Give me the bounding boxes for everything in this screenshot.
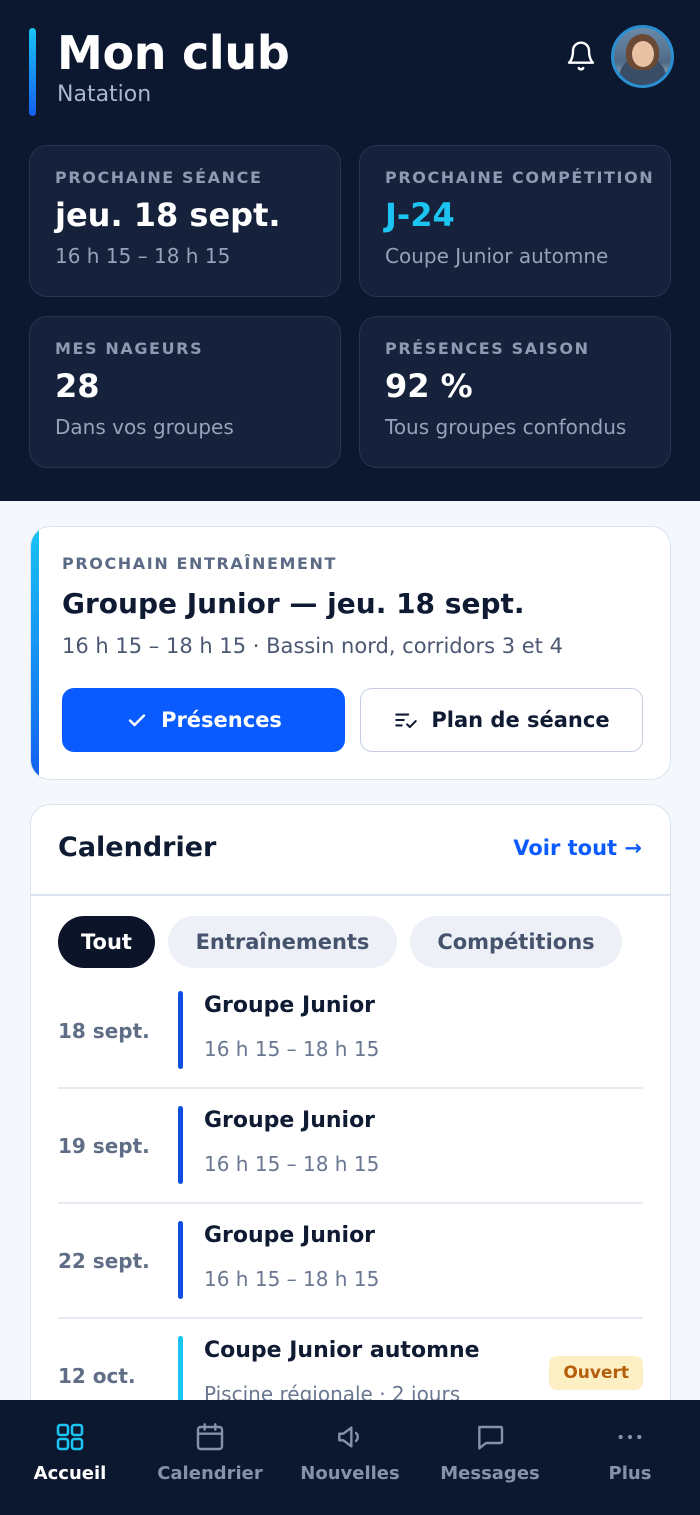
header-section: Mon club Natation PROCHAINE SÉANCE jeu. … [0, 0, 700, 501]
calendar-event-item[interactable]: 18 sept. Groupe Junior 16 h 15 – 18 h 15 [58, 991, 643, 1106]
nav-label: Accueil [33, 1463, 107, 1484]
stat-card-next-competition[interactable]: PROCHAINE COMPÉTITION J-24 Coupe Junior … [359, 145, 671, 297]
divider [58, 1317, 643, 1319]
event-time: 16 h 15 – 18 h 15 [204, 1037, 380, 1061]
more-icon [614, 1421, 646, 1453]
page-subtitle: Natation [57, 82, 152, 107]
nav-label: Nouvelles [300, 1463, 400, 1484]
notifications-bell-icon[interactable] [565, 40, 597, 72]
attendance-button[interactable]: Présences [62, 688, 345, 752]
stat-value: 28 [55, 367, 100, 405]
stat-label: PRÉSENCES SAISON [385, 339, 590, 358]
nav-label: Plus [608, 1463, 652, 1484]
calendar-icon [194, 1421, 226, 1453]
card-accent-edge [31, 527, 39, 779]
next-training-card: PROCHAIN ENTRAÎNEMENT Groupe Junior — je… [30, 526, 671, 780]
stat-label: MES NAGEURS [55, 339, 204, 358]
check-icon [128, 714, 146, 727]
status-badge: Ouvert [549, 1356, 643, 1390]
session-plan-button-label: Plan de séance [431, 708, 610, 732]
stat-value: 92 % [385, 367, 473, 405]
see-all-link[interactable]: Voir tout → [513, 836, 642, 860]
event-time: 16 h 15 – 18 h 15 [204, 1267, 380, 1291]
filter-chip-competitions[interactable]: Compétitions [410, 916, 622, 968]
list-check-icon [395, 713, 418, 729]
megaphone-icon [334, 1421, 366, 1453]
divider [31, 894, 670, 896]
nav-item-news[interactable]: Nouvelles [280, 1400, 420, 1515]
nav-label: Calendrier [157, 1463, 263, 1484]
training-title: Groupe Junior — jeu. 18 sept. [62, 587, 525, 620]
page-title: Mon club [57, 26, 290, 80]
stat-subtext: Tous groupes confondus [385, 415, 627, 439]
stat-card-next-session[interactable]: PROCHAINE SÉANCE jeu. 18 sept. 16 h 15 –… [29, 145, 341, 297]
nav-item-calendar[interactable]: Calendrier [140, 1400, 280, 1515]
divider [58, 1202, 643, 1204]
divider [58, 1087, 643, 1089]
stat-subtext: Coupe Junior automne [385, 244, 609, 268]
nav-label: Messages [440, 1463, 540, 1484]
grid-icon [54, 1421, 86, 1453]
session-plan-button[interactable]: Plan de séance [360, 688, 643, 752]
calendar-event-item[interactable]: 22 sept. Groupe Junior 16 h 15 – 18 h 15 [58, 1221, 643, 1336]
event-marker [178, 1221, 183, 1299]
training-meta: 16 h 15 – 18 h 15 · Bassin nord, corrido… [62, 634, 563, 658]
event-name: Groupe Junior [204, 1108, 376, 1133]
stat-card-swimmers[interactable]: MES NAGEURS 28 Dans vos groupes [29, 316, 341, 468]
event-name: Coupe Junior automne [204, 1338, 480, 1363]
event-name: Groupe Junior [204, 993, 376, 1018]
calendar-title: Calendrier [58, 832, 217, 863]
event-time: 16 h 15 – 18 h 15 [204, 1152, 380, 1176]
nav-item-home[interactable]: Accueil [0, 1400, 140, 1515]
message-icon [474, 1421, 506, 1453]
stat-value: J-24 [385, 196, 455, 234]
bottom-navigation: Accueil Calendrier Nouvelles Messages Pl… [0, 1400, 700, 1515]
stat-label: PROCHAINE SÉANCE [55, 168, 263, 187]
stat-label: PROCHAINE COMPÉTITION [385, 168, 655, 187]
nav-item-more[interactable]: Plus [560, 1400, 700, 1515]
stat-value: jeu. 18 sept. [55, 196, 281, 234]
event-date: 18 sept. [58, 1019, 150, 1043]
avatar-face [632, 41, 654, 67]
user-avatar[interactable] [611, 25, 674, 88]
event-name: Groupe Junior [204, 1223, 376, 1248]
filter-chip-all[interactable]: Tout [58, 916, 155, 968]
event-date: 19 sept. [58, 1134, 150, 1158]
event-marker [178, 991, 183, 1069]
calendar-card: Calendrier Voir tout → Tout Entraînement… [30, 804, 671, 1444]
attendance-button-label: Présences [161, 708, 282, 732]
title-accent-bar [29, 28, 36, 116]
event-date: 22 sept. [58, 1249, 150, 1273]
nav-item-messages[interactable]: Messages [420, 1400, 560, 1515]
filter-chip-trainings[interactable]: Entraînements [168, 916, 397, 968]
stat-subtext: Dans vos groupes [55, 415, 234, 439]
stat-card-attendance[interactable]: PRÉSENCES SAISON 92 % Tous groupes confo… [359, 316, 671, 468]
event-date: 12 oct. [58, 1364, 136, 1388]
stat-subtext: 16 h 15 – 18 h 15 [55, 244, 231, 268]
event-marker [178, 1106, 183, 1184]
card-label: PROCHAIN ENTRAÎNEMENT [62, 554, 338, 573]
calendar-event-item[interactable]: 19 sept. Groupe Junior 16 h 15 – 18 h 15 [58, 1106, 643, 1221]
